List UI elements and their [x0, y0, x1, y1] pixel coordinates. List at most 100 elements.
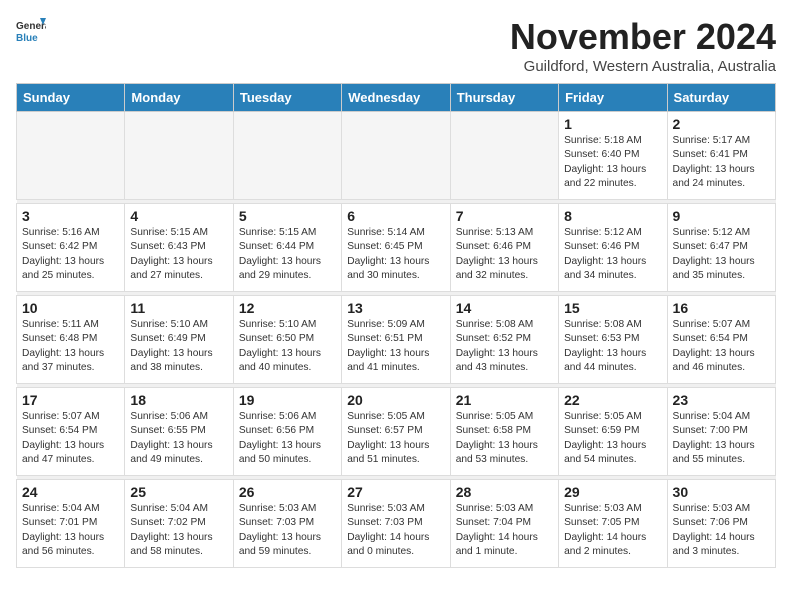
day-detail: Sunrise: 5:04 AM Sunset: 7:02 PM Dayligh… [130, 502, 227, 559]
calendar: SundayMondayTuesdayWednesdayThursdayFrid… [16, 83, 776, 568]
day-number: 24 [22, 484, 119, 500]
calendar-cell: 4 Sunrise: 5:15 AM Sunset: 6:43 PM Daylig… [125, 204, 233, 292]
title-section: November 2024 Guildford, Western Austral… [510, 16, 776, 75]
calendar-cell [125, 112, 233, 200]
calendar-cell: 15 Sunrise: 5:08 AM Sunset: 6:53 PM Dayli… [559, 296, 667, 384]
day-detail: Sunrise: 5:09 AM Sunset: 6:51 PM Dayligh… [347, 318, 444, 375]
day-detail: Sunrise: 5:13 AM Sunset: 6:46 PM Dayligh… [456, 226, 553, 283]
day-number: 10 [22, 300, 119, 316]
calendar-cell: 9 Sunrise: 5:12 AM Sunset: 6:47 PM Daylig… [667, 204, 775, 292]
calendar-cell: 5 Sunrise: 5:15 AM Sunset: 6:44 PM Daylig… [233, 204, 341, 292]
day-number: 21 [456, 392, 553, 408]
calendar-cell [450, 112, 558, 200]
day-number: 14 [456, 300, 553, 316]
calendar-cell: 2 Sunrise: 5:17 AM Sunset: 6:41 PM Daylig… [667, 112, 775, 200]
calendar-cell: 1 Sunrise: 5:18 AM Sunset: 6:40 PM Daylig… [559, 112, 667, 200]
calendar-cell: 12Sunrise: 5:10 AM Sunset: 6:50 PM Dayli… [233, 296, 341, 384]
weekday-header-friday: Friday [559, 84, 667, 112]
day-number: 17 [22, 392, 119, 408]
day-number: 4 [130, 208, 227, 224]
day-number: 1 [564, 116, 661, 132]
page-header: GeneralBlue November 2024 Guildford, Wes… [16, 16, 776, 75]
weekday-header-tuesday: Tuesday [233, 84, 341, 112]
calendar-cell: 26 Sunrise: 5:03 AM Sunset: 7:03 PM Dayli… [233, 480, 341, 568]
calendar-cell: 19Sunrise: 5:06 AM Sunset: 6:56 PM Dayli… [233, 388, 341, 476]
day-number: 7 [456, 208, 553, 224]
day-number: 29 [564, 484, 661, 500]
day-number: 26 [239, 484, 336, 500]
calendar-cell: 13 Sunrise: 5:09 AM Sunset: 6:51 PM Dayli… [342, 296, 450, 384]
day-detail: Sunrise: 5:15 AM Sunset: 6:44 PM Dayligh… [239, 226, 336, 283]
weekday-header-wednesday: Wednesday [342, 84, 450, 112]
day-number: 8 [564, 208, 661, 224]
day-detail: Sunrise: 5:03 AM Sunset: 7:05 PM Dayligh… [564, 502, 661, 559]
weekday-header-saturday: Saturday [667, 84, 775, 112]
day-number: 9 [673, 208, 770, 224]
day-detail: Sunrise: 5:11 AM Sunset: 6:48 PM Dayligh… [22, 318, 119, 375]
day-number: 3 [22, 208, 119, 224]
calendar-cell: 25 Sunrise: 5:04 AM Sunset: 7:02 PM Dayli… [125, 480, 233, 568]
day-detail: Sunrise: 5:16 AM Sunset: 6:42 PM Dayligh… [22, 226, 119, 283]
calendar-cell: 29 Sunrise: 5:03 AM Sunset: 7:05 PM Dayli… [559, 480, 667, 568]
day-detail: Sunrise: 5:06 AM Sunset: 6:56 PM Dayligh… [239, 410, 336, 467]
day-number: 2 [673, 116, 770, 132]
weekday-header-sunday: Sunday [17, 84, 125, 112]
day-detail: Sunrise: 5:14 AM Sunset: 6:45 PM Dayligh… [347, 226, 444, 283]
day-detail: Sunrise: 5:03 AM Sunset: 7:06 PM Dayligh… [673, 502, 770, 559]
calendar-cell: 20 Sunrise: 5:05 AM Sunset: 6:57 PM Dayli… [342, 388, 450, 476]
day-number: 15 [564, 300, 661, 316]
logo-icon: GeneralBlue [16, 16, 46, 46]
day-detail: Sunrise: 5:03 AM Sunset: 7:03 PM Dayligh… [239, 502, 336, 559]
day-number: 27 [347, 484, 444, 500]
day-number: 20 [347, 392, 444, 408]
day-detail: Sunrise: 5:04 AM Sunset: 7:01 PM Dayligh… [22, 502, 119, 559]
day-number: 6 [347, 208, 444, 224]
day-number: 23 [673, 392, 770, 408]
calendar-cell: 17 Sunrise: 5:07 AM Sunset: 6:54 PM Dayli… [17, 388, 125, 476]
calendar-week-row: 24 Sunrise: 5:04 AM Sunset: 7:01 PM Dayli… [17, 480, 776, 568]
calendar-cell: 7 Sunrise: 5:13 AM Sunset: 6:46 PM Daylig… [450, 204, 558, 292]
svg-text:General: General [16, 21, 46, 32]
day-number: 18 [130, 392, 227, 408]
day-detail: Sunrise: 5:06 AM Sunset: 6:55 PM Dayligh… [130, 410, 227, 467]
calendar-cell [17, 112, 125, 200]
day-detail: Sunrise: 5:12 AM Sunset: 6:47 PM Dayligh… [673, 226, 770, 283]
calendar-cell: 3 Sunrise: 5:16 AM Sunset: 6:42 PM Daylig… [17, 204, 125, 292]
day-detail: Sunrise: 5:10 AM Sunset: 6:49 PM Dayligh… [130, 318, 227, 375]
day-number: 13 [347, 300, 444, 316]
day-detail: Sunrise: 5:08 AM Sunset: 6:53 PM Dayligh… [564, 318, 661, 375]
calendar-cell: 24 Sunrise: 5:04 AM Sunset: 7:01 PM Dayli… [17, 480, 125, 568]
day-detail: Sunrise: 5:04 AM Sunset: 7:00 PM Dayligh… [673, 410, 770, 467]
day-number: 5 [239, 208, 336, 224]
calendar-cell: 8Sunrise: 5:12 AM Sunset: 6:46 PM Daylig… [559, 204, 667, 292]
calendar-cell: 22Sunrise: 5:05 AM Sunset: 6:59 PM Dayli… [559, 388, 667, 476]
calendar-week-row: 3 Sunrise: 5:16 AM Sunset: 6:42 PM Daylig… [17, 204, 776, 292]
calendar-cell: 11Sunrise: 5:10 AM Sunset: 6:49 PM Dayli… [125, 296, 233, 384]
calendar-cell: 30 Sunrise: 5:03 AM Sunset: 7:06 PM Dayli… [667, 480, 775, 568]
day-detail: Sunrise: 5:10 AM Sunset: 6:50 PM Dayligh… [239, 318, 336, 375]
calendar-cell: 6 Sunrise: 5:14 AM Sunset: 6:45 PM Daylig… [342, 204, 450, 292]
day-detail: Sunrise: 5:05 AM Sunset: 6:58 PM Dayligh… [456, 410, 553, 467]
day-number: 25 [130, 484, 227, 500]
day-detail: Sunrise: 5:17 AM Sunset: 6:41 PM Dayligh… [673, 134, 770, 191]
calendar-week-row: 1 Sunrise: 5:18 AM Sunset: 6:40 PM Daylig… [17, 112, 776, 200]
day-number: 30 [673, 484, 770, 500]
calendar-cell: 10 Sunrise: 5:11 AM Sunset: 6:48 PM Dayli… [17, 296, 125, 384]
day-detail: Sunrise: 5:15 AM Sunset: 6:43 PM Dayligh… [130, 226, 227, 283]
calendar-cell: 21 Sunrise: 5:05 AM Sunset: 6:58 PM Dayli… [450, 388, 558, 476]
calendar-cell: 14Sunrise: 5:08 AM Sunset: 6:52 PM Dayli… [450, 296, 558, 384]
day-detail: Sunrise: 5:03 AM Sunset: 7:04 PM Dayligh… [456, 502, 553, 559]
weekday-header-thursday: Thursday [450, 84, 558, 112]
calendar-week-row: 17 Sunrise: 5:07 AM Sunset: 6:54 PM Dayli… [17, 388, 776, 476]
day-detail: Sunrise: 5:05 AM Sunset: 6:57 PM Dayligh… [347, 410, 444, 467]
calendar-cell [342, 112, 450, 200]
day-detail: Sunrise: 5:03 AM Sunset: 7:03 PM Dayligh… [347, 502, 444, 559]
svg-text:Blue: Blue [16, 33, 38, 44]
day-detail: Sunrise: 5:07 AM Sunset: 6:54 PM Dayligh… [22, 410, 119, 467]
calendar-cell: 16Sunrise: 5:07 AM Sunset: 6:54 PM Dayli… [667, 296, 775, 384]
calendar-cell: 18 Sunrise: 5:06 AM Sunset: 6:55 PM Dayli… [125, 388, 233, 476]
day-detail: Sunrise: 5:18 AM Sunset: 6:40 PM Dayligh… [564, 134, 661, 191]
calendar-cell [233, 112, 341, 200]
calendar-cell: 27 Sunrise: 5:03 AM Sunset: 7:03 PM Dayli… [342, 480, 450, 568]
day-number: 16 [673, 300, 770, 316]
